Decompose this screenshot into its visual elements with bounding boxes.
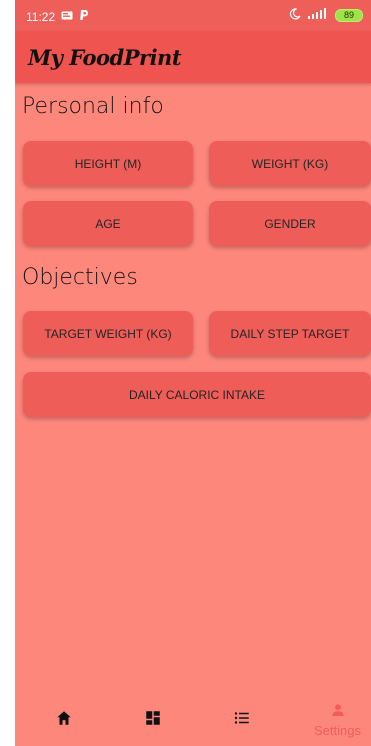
height-button[interactable]: HEIGHT (M) [23,141,193,186]
nav-dashboard[interactable] [108,694,197,746]
list-icon [232,709,252,731]
settings-label: Settings [314,723,361,738]
moon-icon [289,8,301,23]
gender-button[interactable]: GENDER [209,201,371,246]
daily-caloric-intake-button[interactable]: DAILY CALORIC INTAKE [23,372,371,417]
signal-icon [307,8,329,23]
app-bar: My FoodPrint [15,31,371,83]
nav-home[interactable] [19,694,108,746]
age-button[interactable]: AGE [23,201,193,246]
parking-app-icon [79,9,89,24]
app-screen: 11:22 89 My FoodPrint Personal info HEIG… [15,0,371,746]
weight-button[interactable]: WEIGHT (KG) [209,141,371,186]
home-icon [55,709,73,731]
status-left: 11:22 [26,9,89,24]
person-icon [330,702,346,722]
status-right: 89 [289,8,363,23]
nav-list[interactable] [197,694,286,746]
bottom-nav: Settings [15,694,371,746]
nav-settings[interactable]: Settings [293,694,371,746]
daily-step-target-button[interactable]: DAILY STEP TARGET [209,311,371,356]
target-weight-button[interactable]: TARGET WEIGHT (KG) [23,311,193,356]
section-title-personal-info: Personal info [22,94,164,119]
battery-icon: 89 [335,9,363,22]
status-time: 11:22 [26,9,56,24]
section-title-objectives: Objectives [22,265,138,290]
app-title: My FoodPrint [28,45,182,70]
status-bar: 11:22 89 [15,0,371,31]
message-icon [61,10,73,24]
dashboard-icon [144,709,162,731]
